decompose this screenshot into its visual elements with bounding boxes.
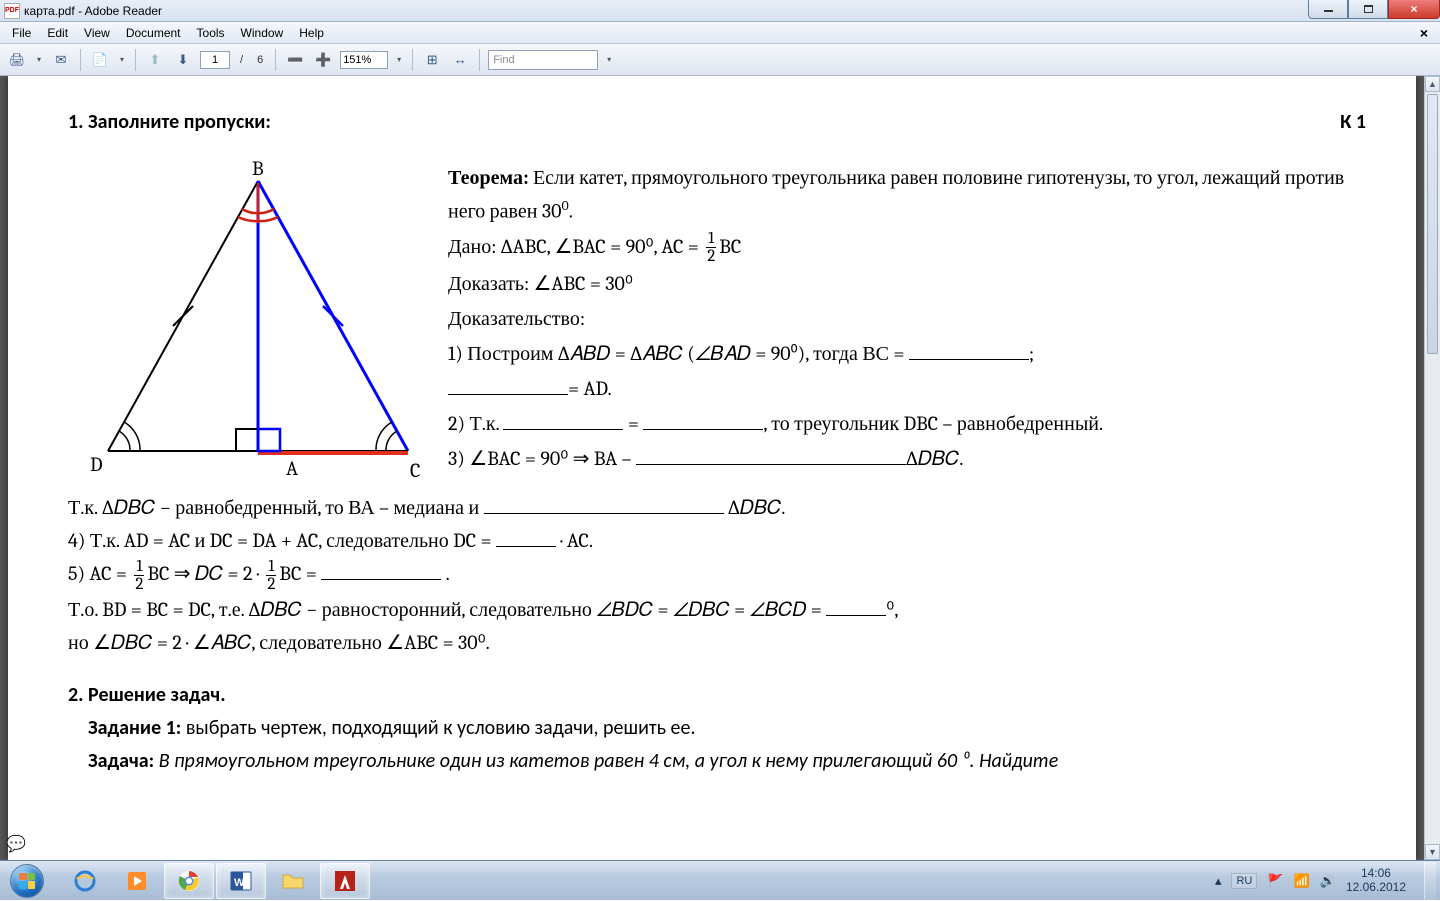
- print-dropdown-icon[interactable]: ▾: [34, 55, 44, 64]
- window-buttons: ×: [1308, 0, 1440, 19]
- system-tray: ▴ RU 🚩 📶 🔊 14:06 12.06.2012: [1215, 861, 1440, 900]
- page-sep: /: [240, 54, 243, 66]
- menubar: File Edit View Document Tools Window Hel…: [0, 22, 1440, 44]
- proof-text: Теорема: Если катет, прямоугольного треу…: [448, 161, 1366, 477]
- scroll-down-icon[interactable]: ▼: [1425, 844, 1440, 860]
- label-D: D: [90, 453, 103, 476]
- triangle-figure: B D A C: [68, 161, 428, 491]
- taskbar-chrome-icon[interactable]: [164, 863, 214, 899]
- print-icon[interactable]: 🖨: [6, 49, 28, 71]
- titlebar: PDF карта.pdf - Adobe Reader ×: [0, 0, 1440, 22]
- tray-network-icon[interactable]: 📶: [1294, 873, 1310, 889]
- show-desktop-button[interactable]: [1424, 862, 1436, 900]
- label-B: B: [252, 161, 264, 180]
- menu-help[interactable]: Help: [291, 24, 332, 42]
- taskbar: W ▴ RU 🚩 📶 🔊 14:06 12.06.2012: [0, 860, 1440, 900]
- fit-width-icon[interactable]: ↔: [449, 49, 471, 71]
- zoom-in-icon[interactable]: ➕: [312, 49, 334, 71]
- page-total: 6: [257, 54, 263, 66]
- prev-page-icon[interactable]: ⬆: [144, 49, 166, 71]
- menu-tools[interactable]: Tools: [189, 24, 233, 42]
- taskbar-adobe-icon[interactable]: [320, 863, 370, 899]
- menu-edit[interactable]: Edit: [39, 24, 76, 42]
- menu-file[interactable]: File: [4, 24, 39, 42]
- zoom-input[interactable]: 151%: [340, 51, 388, 69]
- menu-window[interactable]: Window: [233, 24, 292, 42]
- tray-volume-icon[interactable]: 🔊: [1320, 873, 1336, 889]
- menu-close-document[interactable]: ×: [1412, 25, 1436, 41]
- scroll-up-icon[interactable]: ▲: [1425, 76, 1440, 92]
- label-A: A: [286, 457, 298, 480]
- svg-text:W: W: [234, 877, 245, 889]
- find-dropdown-icon[interactable]: ▾: [604, 55, 614, 64]
- taskbar-explorer-icon[interactable]: [268, 863, 318, 899]
- pages-dropdown-icon[interactable]: ▾: [117, 55, 127, 64]
- collaborate-icon[interactable]: 💬: [4, 834, 28, 854]
- close-button[interactable]: ×: [1388, 0, 1440, 19]
- next-page-icon[interactable]: ⬇: [172, 49, 194, 71]
- zoom-out-icon[interactable]: ➖: [284, 49, 306, 71]
- minimize-button[interactable]: [1308, 0, 1348, 19]
- taskbar-ie-icon[interactable]: [60, 863, 110, 899]
- zoom-dropdown-icon[interactable]: ▾: [394, 55, 404, 64]
- pdf-page: 1. Заполните пропуски: К 1: [8, 76, 1416, 860]
- variant-label: К 1: [1340, 106, 1366, 139]
- taskbar-media-icon[interactable]: [112, 863, 162, 899]
- find-input[interactable]: Find: [488, 50, 598, 70]
- section-heading: 1. Заполните пропуски:: [68, 106, 271, 139]
- page-number-input[interactable]: 1: [200, 51, 230, 69]
- window-title: карта.pdf - Adobe Reader: [24, 4, 162, 18]
- fit-page-icon[interactable]: ⊞: [421, 49, 443, 71]
- tray-show-hidden-icon[interactable]: ▴: [1215, 873, 1222, 889]
- tray-flag-icon[interactable]: 🚩: [1267, 873, 1283, 889]
- menu-view[interactable]: View: [76, 24, 118, 42]
- taskbar-word-icon[interactable]: W: [216, 863, 266, 899]
- tray-language[interactable]: RU: [1231, 873, 1257, 889]
- vertical-scrollbar[interactable]: ▲ ▼: [1424, 76, 1440, 860]
- maximize-button[interactable]: [1348, 0, 1388, 19]
- tray-clock[interactable]: 14:06 12.06.2012: [1346, 867, 1410, 895]
- menu-document[interactable]: Document: [118, 24, 189, 42]
- scroll-thumb[interactable]: [1427, 94, 1438, 354]
- email-icon[interactable]: ✉: [50, 49, 72, 71]
- pages-panel-icon[interactable]: 📄: [89, 49, 111, 71]
- document-viewport[interactable]: 1. Заполните пропуски: К 1: [0, 76, 1424, 860]
- pdf-icon: PDF: [4, 3, 20, 19]
- toolbar: 🖨 ▾ ✉ 📄 ▾ ⬆ ⬇ 1 / 6 ➖ ➕ 151% ▾ ⊞ ↔ Find …: [0, 44, 1440, 76]
- label-C: C: [410, 459, 420, 482]
- start-button[interactable]: [0, 861, 54, 901]
